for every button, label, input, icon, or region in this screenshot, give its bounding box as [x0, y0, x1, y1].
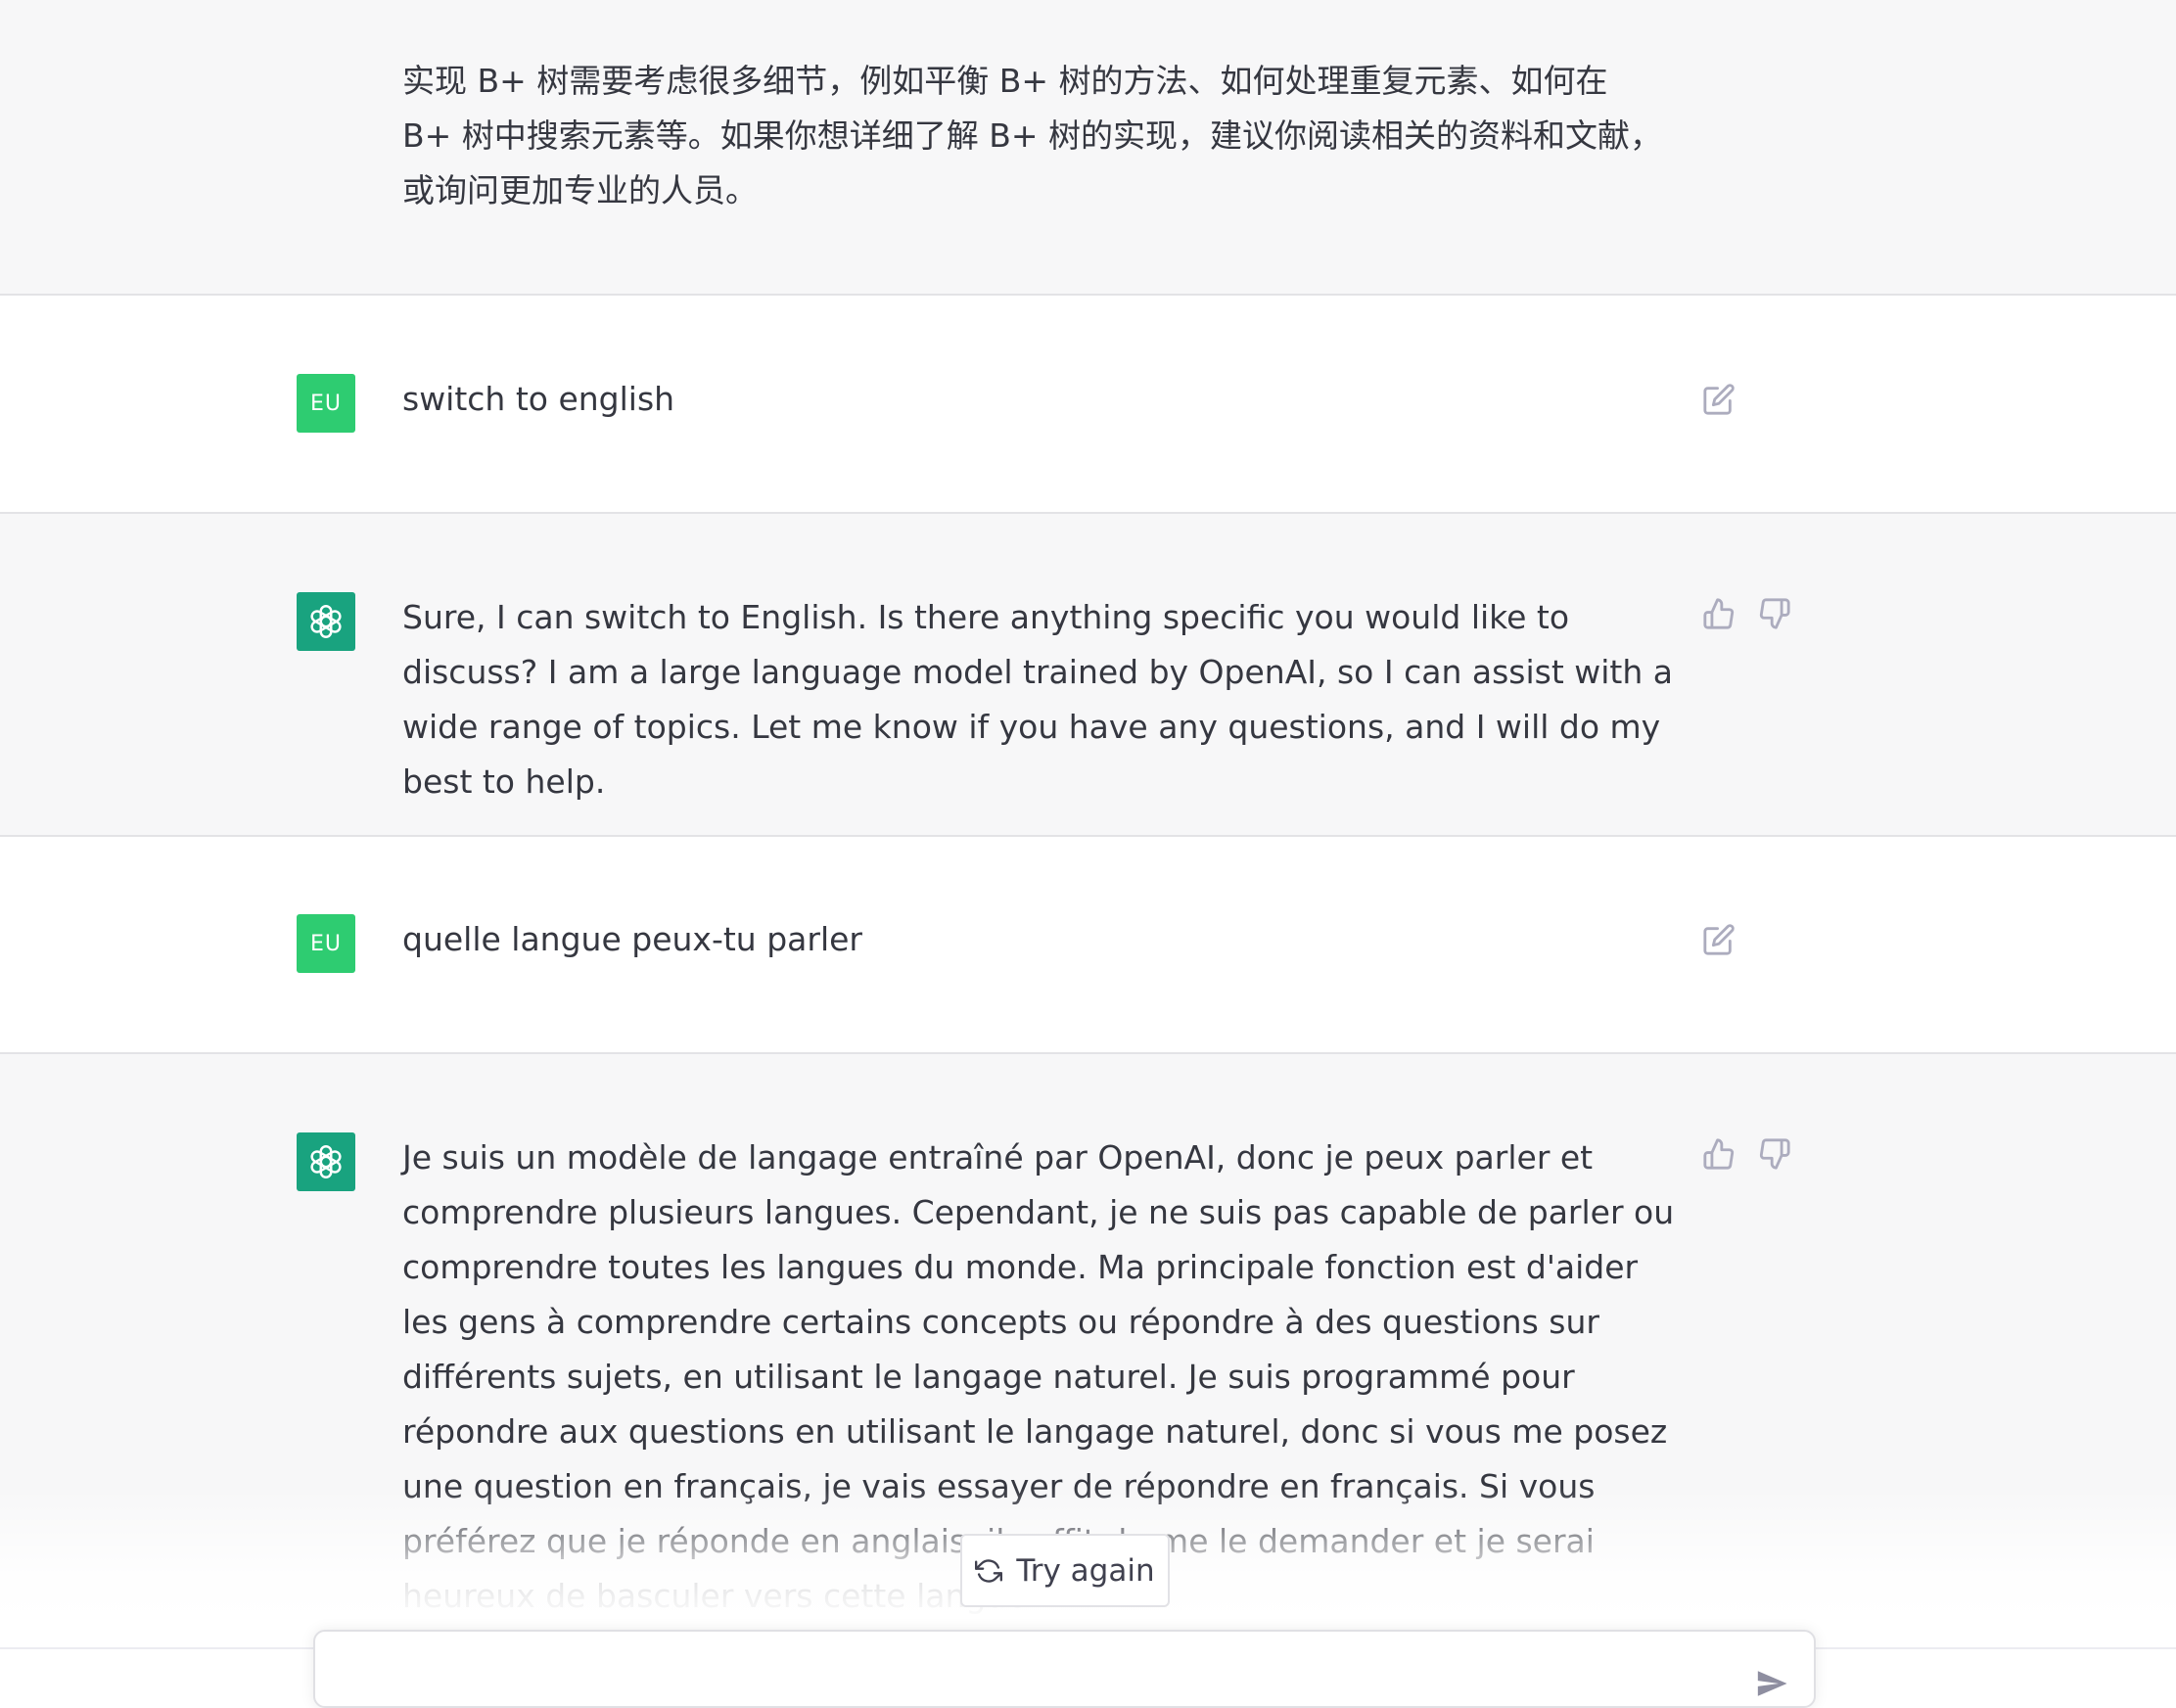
- thumbs-up-icon[interactable]: [1702, 597, 1736, 630]
- openai-logo-icon: [297, 592, 355, 651]
- refresh-icon: [975, 1557, 1003, 1585]
- message-composer: [313, 1630, 1816, 1708]
- edit-icon[interactable]: [1702, 383, 1736, 416]
- send-icon[interactable]: [1755, 1667, 1788, 1700]
- try-again-button[interactable]: Try again: [960, 1534, 1170, 1607]
- message-input[interactable]: [335, 1641, 1729, 1683]
- assistant-message-text: Sure, I can switch to English. Is there …: [402, 598, 1673, 801]
- try-again-label: Try again: [1016, 1552, 1155, 1589]
- user-avatar: EU: [297, 914, 355, 973]
- openai-logo-icon: [297, 1132, 355, 1191]
- thumbs-up-icon[interactable]: [1702, 1137, 1736, 1171]
- user-avatar: EU: [297, 374, 355, 433]
- assistant-message-text: 实现 B+ 树需要考虑很多细节，例如平衡 B+ 树的方法、如何处理重复元素、如何…: [402, 62, 1663, 209]
- user-message-text: quelle langue peux-tu parler: [402, 920, 862, 958]
- thumbs-down-icon[interactable]: [1758, 1137, 1791, 1171]
- user-message-text: switch to english: [402, 380, 675, 418]
- assistant-message-row: 实现 B+ 树需要考虑很多细节，例如平衡 B+ 树的方法、如何处理重复元素、如何…: [0, 0, 2176, 294]
- user-message-row: EU switch to english: [0, 294, 2176, 512]
- assistant-message-row: Sure, I can switch to English. Is there …: [0, 512, 2176, 835]
- edit-icon[interactable]: [1702, 923, 1736, 956]
- thumbs-down-icon[interactable]: [1758, 597, 1791, 630]
- user-message-row: EU quelle langue peux-tu parler: [0, 835, 2176, 1052]
